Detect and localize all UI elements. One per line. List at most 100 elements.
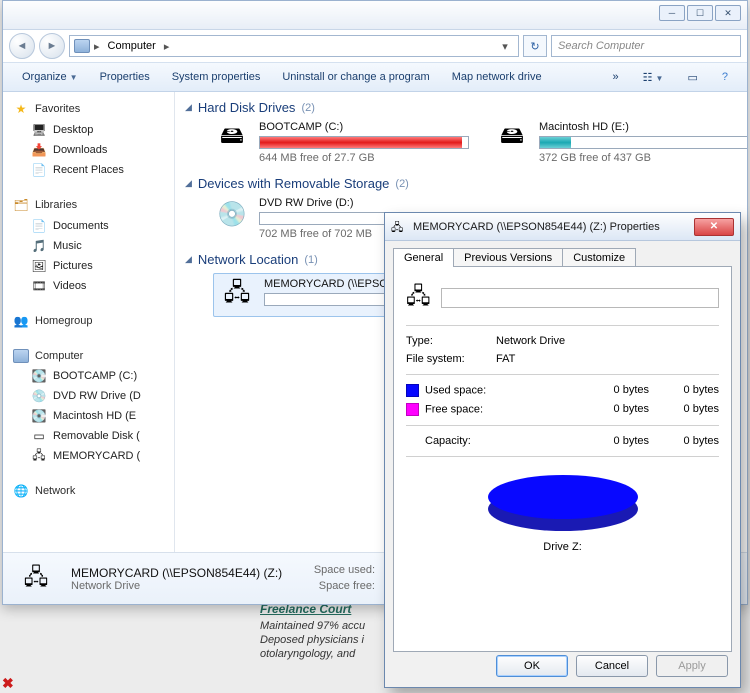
section-removable[interactable]: ◢ Devices with Removable Storage (2) [185,172,737,195]
optical-drive-icon: 💿 [213,197,251,231]
sidebar-item-music[interactable]: 🎵Music [13,236,174,256]
drive-icon: 💽 [31,368,47,384]
collapse-icon: ◢ [185,254,192,265]
uninstall-button[interactable]: Uninstall or change a program [273,67,438,87]
cancel-button[interactable]: Cancel [576,655,648,677]
ok-button[interactable]: OK [496,655,568,677]
preview-pane-button[interactable]: ▭ [678,67,706,88]
back-button[interactable]: ◄ [9,33,35,59]
forward-button[interactable]: ► [39,33,65,59]
capacity-pie-chart [488,475,638,531]
chevron-right-icon: ▸ [94,40,100,53]
sidebar-item-documents[interactable]: 📄Documents [13,216,174,236]
drive-icon: ▭ [31,428,47,444]
type-value: Network Drive [496,335,565,347]
music-icon: 🎵 [31,238,47,254]
details-title: MEMORYCARD (\\EPSON854E44) (Z:) [71,566,282,580]
address-bar[interactable]: ▸ Computer ▸ ▾ [69,35,519,57]
sidebar-drive-removable[interactable]: ▭Removable Disk ( [13,426,174,446]
sidebar-drive-e[interactable]: 💽Macintosh HD (E [13,406,174,426]
favorites-group[interactable]: ★Favorites [13,98,174,120]
pie-label: Drive Z: [406,541,719,553]
libraries-icon: 🗂 [13,197,29,213]
network-drive-icon: 🖧 [31,448,47,464]
capacity-bytes-2: 0 bytes [649,435,719,447]
search-input[interactable]: Search Computer [551,35,741,57]
breadcrumb-computer[interactable]: Computer [104,40,160,52]
computer-icon [13,349,29,363]
tab-general[interactable]: General [393,248,454,267]
homegroup-icon: 👥 [13,313,29,329]
minimize-button[interactable]: ─ [659,5,685,21]
filesystem-value: FAT [496,353,515,365]
chevron-right-icon: ▸ [164,40,170,53]
free-swatch [406,403,419,416]
dialog-title: MEMORYCARD (\\EPSON854E44) (Z:) Properti… [413,221,688,233]
hard-drive-icon: 🖴 [493,121,531,155]
tab-customize[interactable]: Customize [562,248,636,267]
drive-macintosh[interactable]: 🖴 Macintosh HD (E:) 372 GB free of 437 G… [493,121,747,164]
toolbar: Organize▼ Properties System properties U… [3,62,747,92]
network-drive-icon: 🖧 [406,279,431,317]
homegroup-group[interactable]: 👥Homegroup [13,310,174,332]
network-group[interactable]: 🌐Network [13,480,174,502]
sidebar-item-desktop[interactable]: 🖥Desktop [13,120,174,140]
downloads-icon: 📥 [31,142,47,158]
map-drive-button[interactable]: Map network drive [443,67,551,87]
properties-dialog: 🖧 MEMORYCARD (\\EPSON854E44) (Z:) Proper… [384,212,741,688]
used-bytes-2: 0 bytes [649,384,719,397]
used-bytes: 0 bytes [579,384,649,397]
network-drive-icon: 🖧 [391,219,407,235]
properties-button[interactable]: Properties [91,67,159,87]
sidebar-item-downloads[interactable]: 📥Downloads [13,140,174,160]
sidebar-item-pictures[interactable]: 🖼Pictures [13,256,174,276]
free-bytes-2: 0 bytes [649,403,719,416]
computer-group[interactable]: Computer [13,346,174,366]
desktop-icon: 🖥 [31,122,47,138]
tab-previous-versions[interactable]: Previous Versions [453,248,563,267]
drive-label-input[interactable] [441,288,719,308]
window-close-button[interactable]: ✕ [715,5,741,21]
sidebar-item-recent[interactable]: 📄Recent Places [13,160,174,180]
help-button[interactable]: ? [713,67,737,88]
dvd-icon: 💿 [31,388,47,404]
network-drive-icon: 🖧 [218,278,256,312]
libraries-group[interactable]: 🗂Libraries [13,194,174,216]
address-dropdown[interactable]: ▾ [496,40,514,53]
details-space-free-label: Space free: [314,579,375,594]
dialog-titlebar[interactable]: 🖧 MEMORYCARD (\\EPSON854E44) (Z:) Proper… [385,213,740,241]
search-placeholder: Search Computer [558,40,644,52]
sidebar-drive-network[interactable]: 🖧MEMORYCARD ( [13,446,174,466]
system-properties-button[interactable]: System properties [163,67,270,87]
star-icon: ★ [13,101,29,117]
refresh-button[interactable]: ↻ [523,35,547,57]
capacity-bytes: 0 bytes [579,435,649,447]
free-bytes: 0 bytes [579,403,649,416]
toolbar-overflow[interactable]: » [604,67,628,88]
recent-icon: 📄 [31,162,47,178]
documents-icon: 📄 [31,218,47,234]
network-icon: 🌐 [13,483,29,499]
capacity-bar [539,136,747,149]
pictures-icon: 🖼 [31,258,47,274]
capacity-bar [259,136,469,149]
section-hdd[interactable]: ◢ Hard Disk Drives (2) [185,96,737,119]
dialog-close-button[interactable]: ✕ [694,218,734,236]
details-space-used-label: Space used: [314,563,375,578]
sidebar-item-videos[interactable]: 🎞Videos [13,276,174,296]
used-swatch [406,384,419,397]
maximize-button[interactable]: ☐ [687,5,713,21]
close-icon[interactable]: ✖ [2,675,14,692]
sidebar-drive-c[interactable]: 💽BOOTCAMP (C:) [13,366,174,386]
computer-icon [74,39,90,53]
view-options-button[interactable]: ☷▼ [634,67,673,88]
hard-drive-icon: 🖴 [213,121,251,155]
navigation-bar: ◄ ► ▸ Computer ▸ ▾ ↻ Search Computer [3,30,747,62]
sidebar-drive-d[interactable]: 💿DVD RW Drive (D [13,386,174,406]
organize-button[interactable]: Organize▼ [13,67,87,87]
apply-button[interactable]: Apply [656,655,728,677]
drive-bootcamp[interactable]: 🖴 BOOTCAMP (C:) 644 MB free of 27.7 GB [213,121,469,164]
tab-panel-general: 🖧 Type:Network Drive File system:FAT Use… [393,266,732,652]
videos-icon: 🎞 [31,278,47,294]
details-subtitle: Network Drive [71,580,282,592]
